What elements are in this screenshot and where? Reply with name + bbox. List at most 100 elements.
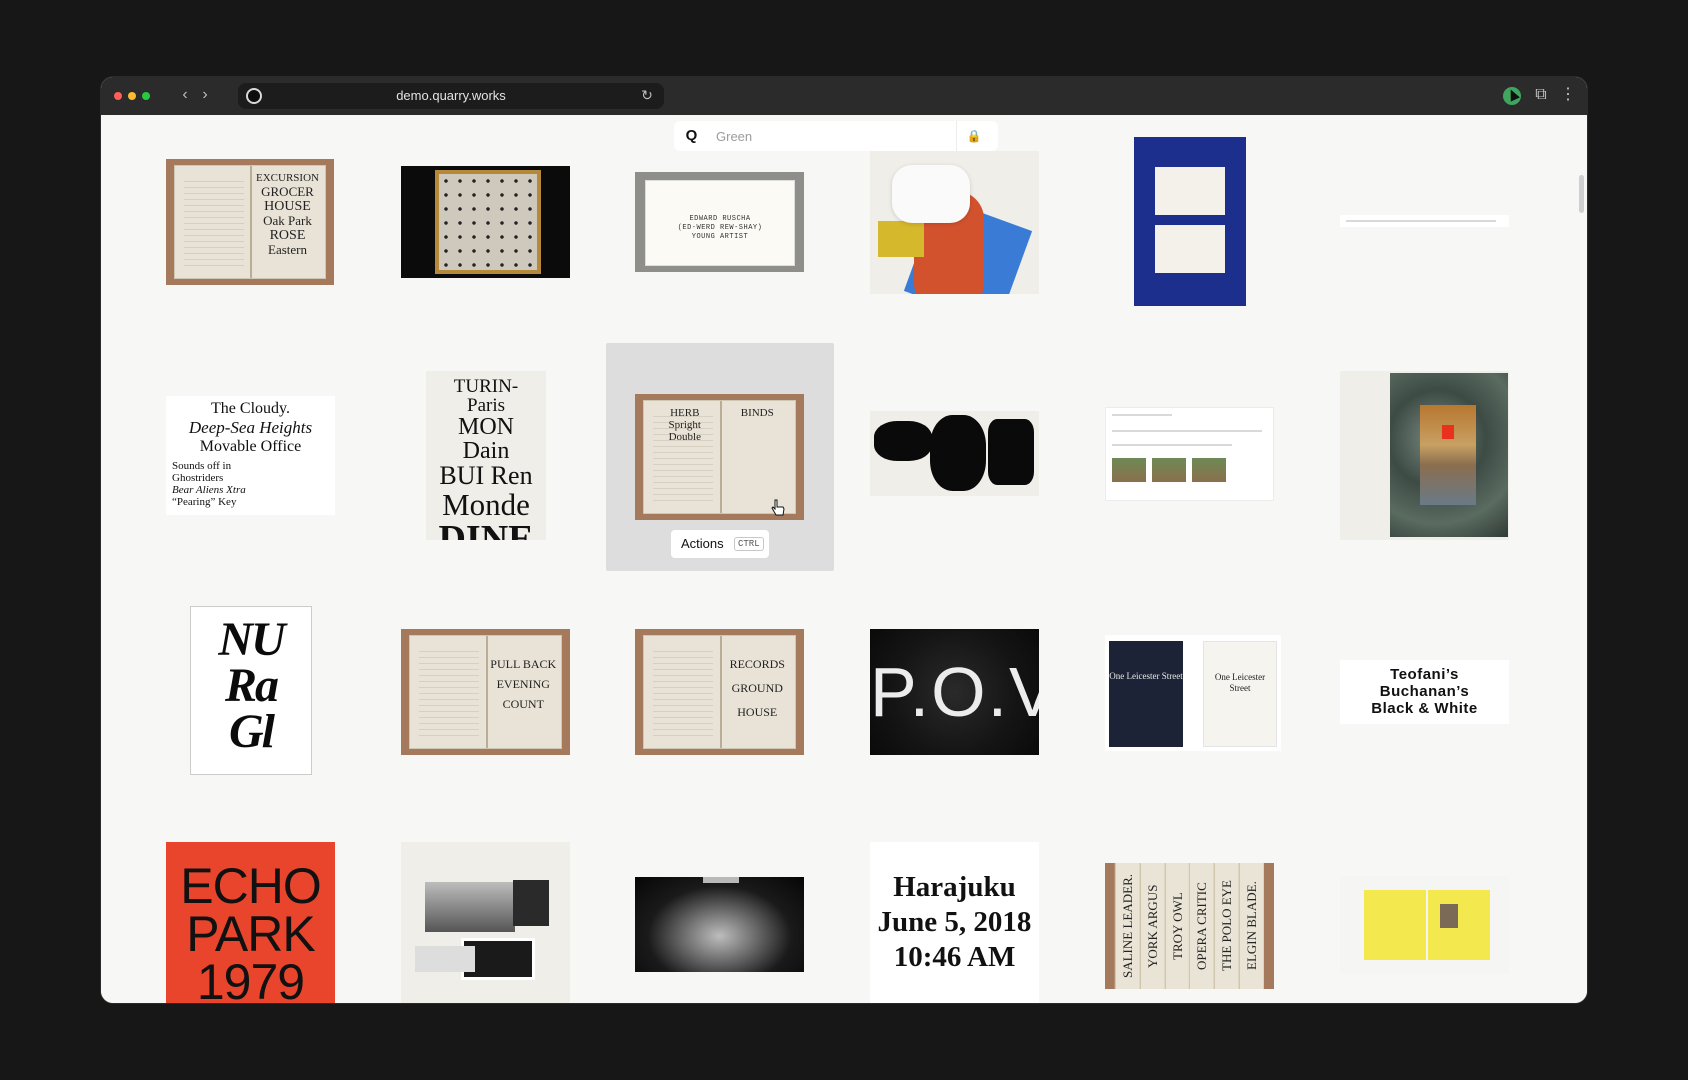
puzzle-icon[interactable]: ⧉	[1531, 85, 1551, 105]
gallery-item-screenshot-strip[interactable]	[1340, 215, 1509, 227]
gallery-item-collage-photo[interactable]	[1340, 371, 1509, 540]
close-window-button[interactable]	[114, 92, 122, 100]
gallery-item-turin-poster[interactable]: TURIN-Paris MON Dain BUI Ren Monde DINE	[426, 371, 546, 540]
gallery-item-app-screenshot[interactable]	[1105, 407, 1274, 501]
hand-pointer-icon	[771, 499, 785, 516]
blob-artwork	[870, 411, 1039, 496]
gallery-item-yellow-spread[interactable]	[1340, 876, 1509, 974]
harajuku-line: June 5, 2018	[877, 906, 1032, 938]
teofani-line: Black & White	[1371, 700, 1478, 717]
book-line: EXCURSION	[256, 172, 319, 184]
browser-window: ‹ › demo.quarry.works ↻ ⧉ ⋮ Q 🔒 EXCURSIO…	[101, 77, 1587, 1003]
gallery-item-pov[interactable]: P.O.V.	[870, 629, 1039, 755]
reload-icon[interactable]: ↻	[638, 86, 656, 104]
title-line: Deep-Sea Heights	[188, 418, 313, 437]
book-line: BINDS	[740, 407, 774, 419]
gallery-item-echo-park[interactable]: ECHO PARK 1979	[166, 842, 335, 1003]
grid-panel-artwork	[435, 170, 541, 274]
gallery-item-records-book[interactable]: RECORDS GROUND HOUSE	[635, 629, 804, 755]
yellow-page-image	[1440, 904, 1458, 928]
gallery-item-stage[interactable]	[635, 877, 804, 972]
gallery-item-shapes[interactable]	[870, 151, 1039, 294]
nura-text: NU Ra Gl	[191, 613, 311, 758]
strip-line	[1346, 220, 1496, 222]
leicester-light-card: One Leicester Street	[1203, 641, 1277, 747]
poster-text: TURIN-Paris MON Dain BUI Ren Monde DINE	[436, 377, 536, 540]
collage-inner	[1420, 405, 1476, 505]
gallery-item-navy-cards[interactable]	[1134, 137, 1246, 306]
blob	[874, 421, 932, 461]
teofani-line: Teofani’s	[1390, 666, 1459, 683]
address-bar[interactable]: demo.quarry.works ↻	[238, 83, 664, 109]
lock-icon[interactable]: 🔒	[965, 127, 983, 145]
book-line: Double	[668, 431, 701, 443]
gallery-item-harajuku[interactable]: Harajuku June 5, 2018 10:46 AM	[870, 842, 1039, 1003]
card-line: (ED-WERD REW-SHAY)	[677, 224, 763, 232]
leicester-text: One Leicester Street	[1109, 671, 1183, 681]
poster-line: NU	[218, 613, 285, 666]
subtitle-line: “Pearing” Key	[172, 496, 237, 508]
gallery-item-collage[interactable]	[401, 842, 570, 1003]
navy-card-top	[1155, 167, 1225, 215]
url-text: demo.quarry.works	[396, 88, 506, 103]
preview-line	[1112, 414, 1172, 416]
gallery-item-cloudy[interactable]: The Cloudy. Deep-Sea Heights Movable Off…	[166, 396, 335, 515]
preview-thumbnail	[1112, 458, 1146, 482]
harajuku-line: Harajuku	[893, 871, 1016, 903]
poster-line: Monde	[442, 487, 530, 522]
minimize-window-button[interactable]	[128, 92, 136, 100]
title-line: Movable Office	[199, 438, 302, 455]
spine-label: TROY OWL	[1164, 863, 1190, 989]
subtitle-line: Ghostriders	[172, 472, 224, 484]
preview-line	[1112, 444, 1232, 446]
gallery-item-leicester[interactable]: One Leicester Street One Leicester Stree…	[1105, 635, 1281, 751]
spine-label: OPERA CRITIC	[1189, 863, 1215, 989]
gallery-item-teofani[interactable]: Teofani’s Buchanan’s Black & White	[1340, 660, 1509, 724]
book-line: COUNT	[502, 697, 544, 711]
gallery-item-spines-book[interactable]: SALINE LEADER. YORK ARGUS TROY OWL OPERA…	[1105, 863, 1274, 989]
gallery-item-pullback-book[interactable]: PULL BACK EVENING COUNT	[401, 629, 570, 755]
cloudy-title: The Cloudy. Deep-Sea Heights Movable Off…	[166, 400, 335, 456]
gallery-item-grid-panel[interactable]	[401, 166, 570, 278]
harajuku-text: Harajuku June 5, 2018 10:46 AM	[870, 870, 1039, 975]
book-line: Eastern	[268, 242, 307, 257]
gallery-page: Q 🔒 EXCURSION GROCER HOUSE Oak Park ROSE…	[101, 115, 1587, 1003]
actions-button[interactable]: Actions CTRL	[671, 530, 769, 558]
navy-card-bottom	[1155, 225, 1225, 273]
spine-label: YORK ARGUS	[1139, 863, 1165, 989]
title-line: The Cloudy.	[211, 400, 290, 417]
poster-line: Gl	[229, 705, 275, 758]
chevron-left-icon[interactable]: ‹	[174, 84, 196, 106]
book-spread: EXCURSION GROCER HOUSE Oak Park ROSE Eas…	[174, 165, 326, 279]
preview-thumbnail	[1152, 458, 1186, 482]
search-input[interactable]	[716, 126, 942, 146]
book-line: PULL BACK	[490, 657, 557, 671]
white-shape	[892, 165, 970, 223]
book-line: EVENING	[496, 677, 550, 691]
book-right-page: EXCURSION GROCER HOUSE Oak Park ROSE Eas…	[253, 172, 322, 257]
card-text: EDWARD RUSCHA (ED-WERD REW-SHAY) YOUNG A…	[646, 215, 794, 242]
kebab-menu-icon[interactable]: ⋮	[1560, 85, 1576, 105]
preview-line	[1112, 430, 1262, 432]
spine-label: THE POLO EYE	[1214, 863, 1240, 989]
screenshot-preview	[1105, 407, 1274, 501]
poster-line: TURIN-Paris	[453, 376, 519, 416]
chevron-right-icon[interactable]: ›	[194, 84, 216, 106]
gallery-item-nura-poster[interactable]: NU Ra Gl	[190, 606, 312, 775]
book-right-page: RECORDS GROUND HOUSE	[723, 652, 792, 724]
book-spread: BINDS HERB Spright Double	[643, 400, 796, 514]
card-line: EDWARD RUSCHA	[689, 215, 751, 223]
gallery-item-black-blobs[interactable]	[870, 411, 1039, 496]
book-line: Spright	[668, 419, 701, 431]
poster-line: MON Dain	[457, 414, 514, 464]
gallery-item-ruscha-card[interactable]: EDWARD RUSCHA (ED-WERD REW-SHAY) YOUNG A…	[635, 172, 804, 272]
scrollbar[interactable]	[1579, 175, 1584, 213]
search-bar: Q 🔒	[674, 121, 998, 151]
yellow-page-right	[1428, 890, 1490, 960]
poster-line: ECHO	[180, 858, 321, 914]
subtitle-line: Sounds off in	[172, 460, 232, 472]
gallery-item-excursion-book[interactable]: EXCURSION GROCER HOUSE Oak Park ROSE Eas…	[166, 159, 334, 285]
book-right-page: BINDS	[723, 407, 792, 419]
preview-thumbnail	[1192, 458, 1226, 482]
maximize-window-button[interactable]	[142, 92, 150, 100]
